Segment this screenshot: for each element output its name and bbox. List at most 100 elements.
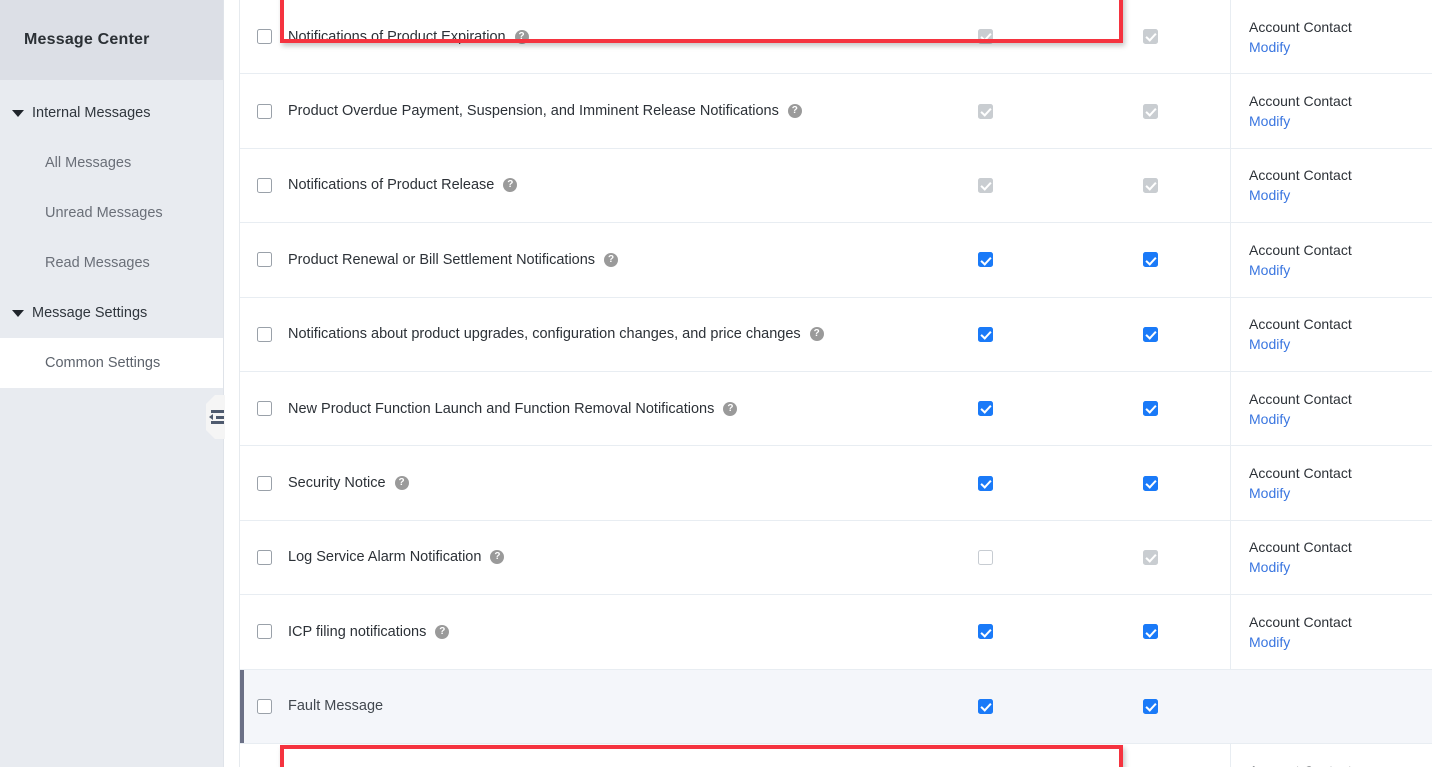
email-checkbox-cell xyxy=(1070,401,1230,417)
row-select-checkbox[interactable] xyxy=(256,252,272,268)
internal-message-checkbox[interactable] xyxy=(977,252,993,268)
notification-name: Notifications of Product Release xyxy=(288,177,495,194)
table-row: ECS Fault Notifications?Account ContactM… xyxy=(240,743,1432,767)
modify-contact-link[interactable]: Modify xyxy=(1249,187,1432,203)
email-checkbox-cell xyxy=(1070,326,1230,342)
row-select-checkbox[interactable] xyxy=(256,624,272,640)
row-select-cell xyxy=(240,29,288,45)
sidebar-header: Message Center xyxy=(0,0,223,80)
help-circle-icon[interactable]: ? xyxy=(604,252,619,267)
contact-name: Account Contact xyxy=(1249,316,1352,333)
help-circle-icon[interactable]: ? xyxy=(787,104,802,119)
sidebar-item-label: Common Settings xyxy=(45,355,161,371)
table-row: Notifications of Product Expiration? Acco… xyxy=(240,0,1432,75)
modify-contact-link[interactable]: Modify xyxy=(1249,39,1432,55)
modify-contact-link[interactable]: Modify xyxy=(1249,336,1432,352)
row-select-checkbox[interactable] xyxy=(256,475,272,491)
notification-name-cell: Notifications about product upgrades, co… xyxy=(288,326,900,342)
sidebar-group-label: Message Settings xyxy=(32,305,148,321)
email-checkbox[interactable] xyxy=(1142,401,1158,417)
notification-name-cell: Log Service Alarm Notification? xyxy=(288,549,900,565)
sidebar-item-read-messages[interactable]: Read Messages xyxy=(0,238,223,288)
internal-message-checkbox-cell xyxy=(900,698,1070,714)
internal-message-checkbox[interactable] xyxy=(977,698,993,714)
contact-name: Account Contact xyxy=(1249,613,1352,630)
notification-name: New Product Function Launch and Function… xyxy=(288,400,715,417)
table-row: Log Service Alarm Notification? Account C… xyxy=(240,520,1432,596)
email-checkbox[interactable] xyxy=(1142,326,1158,342)
email-checkbox-cell xyxy=(1070,624,1230,640)
notification-name: ICP filing notifications xyxy=(288,623,427,640)
sidebar-group-label: Internal Messages xyxy=(32,105,151,121)
row-select-checkbox[interactable] xyxy=(256,401,272,417)
modify-contact-link[interactable]: Modify xyxy=(1249,262,1432,278)
internal-message-checkbox[interactable] xyxy=(977,475,993,491)
contact-cell: Account ContactModify xyxy=(1230,743,1432,767)
table-row: ICP filing notifications? Account Contact… xyxy=(240,595,1432,670)
sidebar-item-all-messages[interactable]: All Messages xyxy=(0,138,223,188)
email-checkbox[interactable] xyxy=(1142,252,1158,268)
sidebar-nav: Internal Messages All Messages Unread Mess… xyxy=(0,80,223,388)
email-checkbox-cell xyxy=(1070,29,1230,45)
table-row: Notifications of Product Release? Account… xyxy=(240,148,1432,224)
email-checkbox[interactable] xyxy=(1142,698,1158,714)
sidebar-group-message-settings[interactable]: Message Settings xyxy=(0,288,223,338)
internal-message-checkbox[interactable] xyxy=(977,624,993,640)
internal-message-checkbox-cell xyxy=(900,549,1070,565)
help-circle-icon[interactable]: ? xyxy=(723,401,738,416)
help-circle-icon[interactable]: ? xyxy=(490,550,505,565)
notification-name: Product Overdue Payment, Suspension, and… xyxy=(288,103,779,120)
internal-message-checkbox[interactable] xyxy=(977,326,993,342)
modify-contact-link[interactable]: Modify xyxy=(1249,559,1432,575)
help-circle-icon[interactable]: ? xyxy=(394,476,409,491)
row-select-checkbox[interactable] xyxy=(256,103,272,119)
contact-cell: Account ContactModify xyxy=(1230,0,1432,74)
email-checkbox[interactable] xyxy=(1142,475,1158,491)
table-row: New Product Function Launch and Function… xyxy=(240,371,1432,447)
contact-name: Account Contact xyxy=(1249,93,1352,110)
sidebar-item-common-settings[interactable]: Common Settings xyxy=(0,338,223,388)
sidebar: Message Center Internal Messages All Mess… xyxy=(0,0,224,767)
sidebar-item-label: Unread Messages xyxy=(45,205,163,221)
row-select-cell xyxy=(240,624,288,640)
page-title: Message Center xyxy=(24,31,150,48)
table-row: Notifications about product upgrades, co… xyxy=(240,297,1432,372)
sidebar-group-internal-messages[interactable]: Internal Messages xyxy=(0,88,223,138)
help-circle-icon[interactable]: ? xyxy=(435,624,450,639)
modify-contact-link[interactable]: Modify xyxy=(1249,411,1432,427)
caret-down-icon xyxy=(12,309,24,317)
internal-message-checkbox-cell xyxy=(900,103,1070,119)
notification-name-cell: ICP filing notifications? xyxy=(288,624,900,640)
collapse-sidebar-button[interactable] xyxy=(206,395,225,439)
modify-contact-link[interactable]: Modify xyxy=(1249,634,1432,650)
row-select-checkbox[interactable] xyxy=(256,549,272,565)
email-checkbox xyxy=(1142,549,1158,565)
help-circle-icon[interactable]: ? xyxy=(503,178,518,193)
contact-cell xyxy=(1230,670,1432,743)
modify-contact-link[interactable]: Modify xyxy=(1249,113,1432,129)
table-row: Security Notice? Account Contact Modify xyxy=(240,446,1432,521)
notification-name: Log Service Alarm Notification xyxy=(288,549,482,566)
row-select-cell xyxy=(240,252,288,268)
help-circle-icon[interactable]: ? xyxy=(809,327,824,342)
message-center-page: Message Center Internal Messages All Mess… xyxy=(0,0,1432,767)
internal-message-checkbox-cell xyxy=(900,177,1070,193)
sidebar-item-unread-messages[interactable]: Unread Messages xyxy=(0,188,223,238)
row-select-cell xyxy=(240,103,288,119)
notification-name-cell: Notifications of Product Expiration? xyxy=(288,29,900,45)
email-checkbox[interactable] xyxy=(1142,624,1158,640)
internal-message-checkbox[interactable] xyxy=(977,401,993,417)
notification-name-cell: Notifications of Product Release? xyxy=(288,177,900,193)
notification-name-cell: Product Overdue Payment, Suspension, and… xyxy=(288,103,900,119)
help-circle-icon[interactable]: ? xyxy=(514,29,529,44)
contact-cell: Account Contact Modify xyxy=(1230,74,1432,148)
contact-name: Account Contact xyxy=(1249,763,1432,767)
contact-cell: Account Contact Modify xyxy=(1230,595,1432,669)
row-select-checkbox[interactable] xyxy=(256,326,272,342)
row-select-checkbox[interactable] xyxy=(256,29,272,45)
modify-contact-link[interactable]: Modify xyxy=(1249,485,1432,501)
row-select-checkbox[interactable] xyxy=(256,698,272,714)
internal-message-checkbox-cell xyxy=(900,326,1070,342)
row-select-checkbox[interactable] xyxy=(256,177,272,193)
internal-message-checkbox[interactable] xyxy=(977,549,993,565)
